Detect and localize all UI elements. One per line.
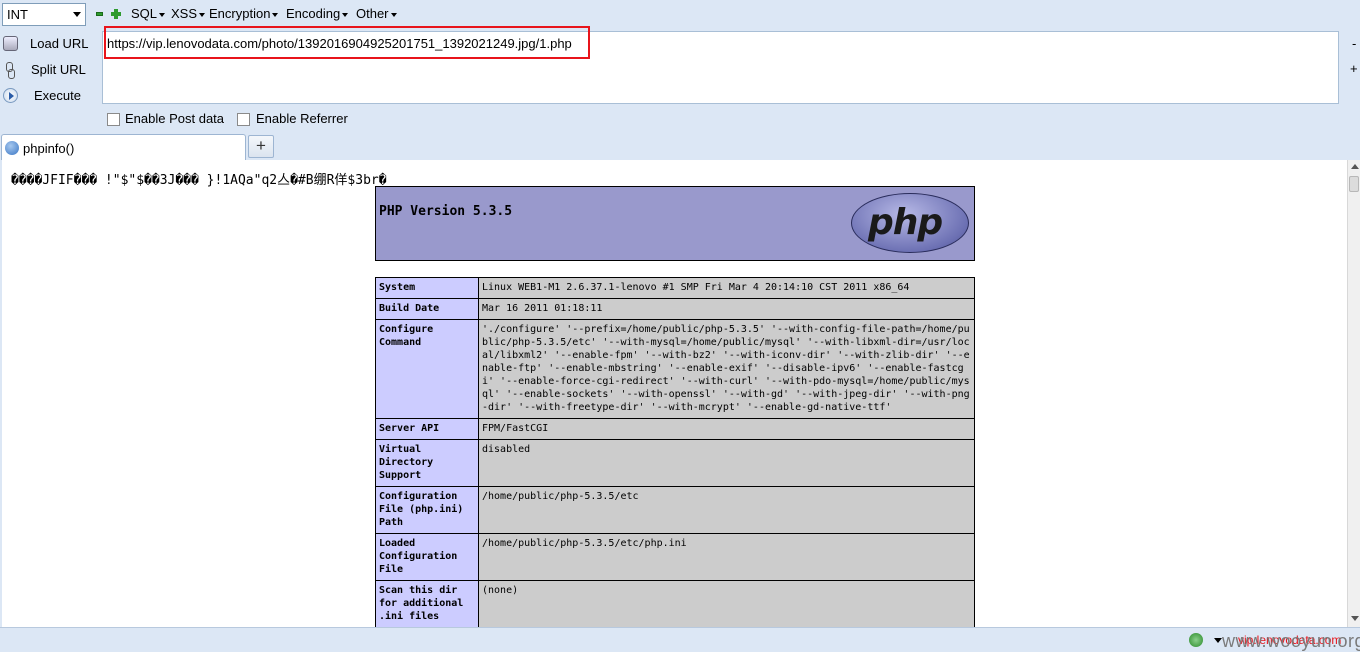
table-row: Virtual Directory Support disabled	[375, 439, 975, 487]
row-value: (none)	[478, 580, 975, 627]
enable-post-option[interactable]: Enable Post data	[107, 111, 237, 129]
row-key: System	[375, 277, 479, 299]
row-value: /home/public/php-5.3.5/etc/php.ini	[478, 533, 975, 581]
enable-post-checkbox[interactable]	[107, 113, 120, 126]
split-url-icon	[3, 62, 18, 79]
split-url-button[interactable]: Split URL	[0, 58, 100, 82]
row-key: Virtual Directory Support	[375, 439, 479, 487]
row-value: './configure' '--prefix=/home/public/php…	[478, 319, 975, 419]
php-version-header: PHP Version 5.3.5 php	[375, 186, 975, 261]
url-highlight-box	[104, 26, 590, 59]
php-logo: php	[851, 193, 969, 253]
shrink-button[interactable]: -	[1352, 36, 1356, 51]
table-row: Server API FPM/FastCGI	[375, 418, 975, 440]
caret-icon	[272, 12, 279, 17]
tab-bar: phpinfo() +	[0, 133, 1360, 160]
caret-icon	[390, 12, 397, 17]
vertical-scrollbar[interactable]	[1347, 160, 1360, 627]
split-url-label: Split URL	[31, 62, 86, 77]
decrease-icon[interactable]	[96, 12, 103, 16]
addon-icon[interactable]	[1189, 633, 1203, 647]
status-bar: vip.lenovodata.com www.wooyun.org	[0, 627, 1360, 652]
menu-encoding-label: Encoding	[286, 6, 341, 21]
caret-icon	[199, 12, 206, 17]
enable-referrer-label: Enable Referrer	[256, 111, 348, 126]
chevron-down-icon	[73, 12, 81, 17]
chevron-down-icon[interactable]	[1214, 638, 1222, 643]
tab-phpinfo[interactable]: phpinfo()	[1, 134, 246, 160]
binary-garbage-text: ����JFIF��� !"$"$��3J��� }!1AQa"q2亼�#B绷R…	[11, 173, 387, 188]
int-select-value: INT	[7, 7, 28, 22]
scroll-down-icon[interactable]	[1351, 616, 1359, 621]
page-content: ����JFIF��� !"$"$��3J��� }!1AQa"q2亼�#B绷R…	[2, 160, 1347, 627]
increase-icon[interactable]	[111, 9, 121, 19]
row-value: /home/public/php-5.3.5/etc	[478, 486, 975, 534]
menu-xss[interactable]: XSS	[171, 6, 206, 21]
table-row: Loaded Configuration File/home/public/ph…	[375, 533, 975, 581]
load-url-label: Load URL	[30, 36, 89, 51]
table-row: Build Date Mar 16 2011 01:18:11	[375, 298, 975, 320]
menu-xss-label: XSS	[171, 6, 198, 21]
execute-icon	[3, 88, 18, 103]
menu-encryption[interactable]: Encryption	[209, 6, 279, 21]
action-column: Load URL Split URL Execute	[0, 30, 100, 130]
row-key: Loaded Configuration File	[375, 533, 479, 581]
int-select[interactable]: INT	[2, 3, 86, 26]
table-row: System Linux WEB1-M1 2.6.37.1-lenovo #1 S…	[375, 277, 975, 299]
row-value: disabled	[478, 439, 975, 487]
execute-label: Execute	[34, 88, 81, 103]
row-value: Linux WEB1-M1 2.6.37.1-lenovo #1 SMP Fri…	[478, 277, 975, 299]
menu-encoding[interactable]: Encoding	[286, 6, 349, 21]
execute-button[interactable]: Execute	[0, 84, 100, 108]
scrollbar-thumb[interactable]	[1349, 176, 1359, 192]
caret-icon	[342, 12, 349, 17]
load-url-button[interactable]: Load URL	[0, 32, 100, 56]
caret-icon	[159, 12, 166, 17]
enable-referrer-checkbox[interactable]	[237, 113, 250, 126]
menu-other-label: Other	[356, 6, 389, 21]
table-row: Configure Command './configure' '--prefix…	[375, 319, 975, 419]
row-key: Configure Command	[375, 319, 479, 419]
browser-window: INT SQL XSS Encryption Encoding Other Lo…	[0, 0, 1360, 652]
php-logo-text: php	[868, 202, 943, 243]
globe-icon	[5, 141, 19, 155]
row-key: Configuration File (php.ini) Path	[375, 486, 479, 534]
watermark: www.wooyun.org	[1222, 631, 1360, 651]
phpinfo-table: System Linux WEB1-M1 2.6.37.1-lenovo #1 S…	[375, 277, 975, 627]
row-key: Server API	[375, 418, 479, 440]
grow-button[interactable]: +	[1350, 61, 1358, 76]
tab-title: phpinfo()	[23, 141, 75, 156]
row-value: FPM/FastCGI	[478, 418, 975, 440]
new-tab-button[interactable]: +	[248, 135, 274, 158]
menu-sql-label: SQL	[131, 6, 158, 21]
table-row: Configuration File (php.ini) Path/home/p…	[375, 486, 975, 534]
row-key: Build Date	[375, 298, 479, 320]
enable-post-label: Enable Post data	[125, 111, 225, 126]
scroll-up-icon[interactable]	[1351, 164, 1359, 169]
row-value: Mar 16 2011 01:18:11	[478, 298, 975, 320]
php-version-title: PHP Version 5.3.5	[379, 204, 513, 219]
menu-sql[interactable]: SQL	[131, 6, 166, 21]
menu-encryption-label: Encryption	[209, 6, 271, 21]
row-key: Scan this dir for additional .ini files	[375, 580, 479, 627]
menu-other[interactable]: Other	[356, 6, 397, 21]
table-row: Scan this dir for additional .ini files(…	[375, 580, 975, 627]
enable-referrer-option[interactable]: Enable Referrer	[237, 111, 357, 129]
load-url-icon	[3, 36, 18, 51]
